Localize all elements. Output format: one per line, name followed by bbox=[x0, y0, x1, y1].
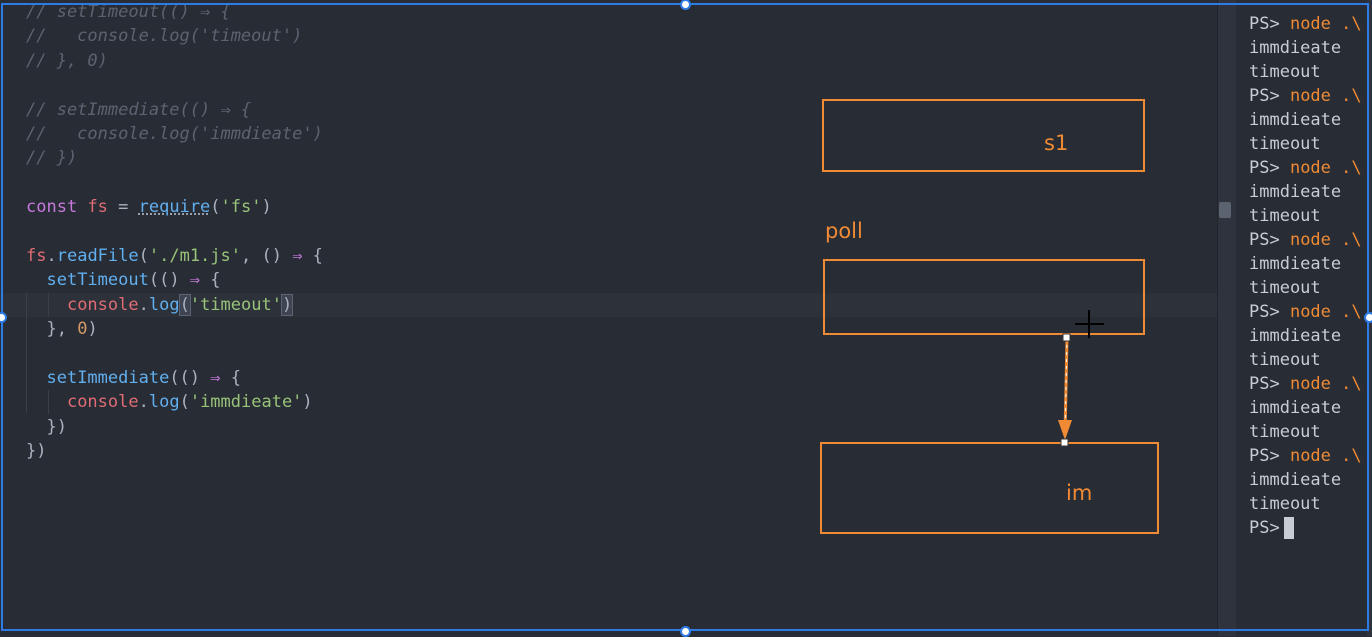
terminal-output-line: immdieate bbox=[1249, 326, 1342, 346]
terminal-prompt: PS> bbox=[1249, 518, 1280, 538]
terminal-output-line: immdieate bbox=[1249, 254, 1342, 274]
editor-scroll-thumb[interactable] bbox=[1219, 202, 1231, 218]
terminal-output-line: immdieate bbox=[1249, 38, 1342, 58]
terminal-command: node .\ bbox=[1289, 158, 1362, 178]
terminal-prompt: PS> bbox=[1249, 14, 1290, 34]
terminal-command-line: PS> node .\ bbox=[1249, 156, 1362, 180]
terminal-command: node .\ bbox=[1289, 86, 1362, 106]
terminal-output-line: timeout bbox=[1249, 134, 1321, 154]
terminal-command-line: PS> node .\ bbox=[1249, 300, 1362, 324]
terminal-prompt: PS> bbox=[1249, 374, 1290, 394]
arrow-end-handle[interactable] bbox=[1060, 438, 1069, 447]
terminal-prompt: PS> bbox=[1249, 86, 1290, 106]
editor-scrollbar[interactable] bbox=[1217, 0, 1236, 636]
terminal-command: node .\ bbox=[1289, 14, 1362, 34]
terminal-command-line: PS> node .\ bbox=[1249, 444, 1362, 468]
terminal-command: node .\ bbox=[1289, 230, 1362, 250]
arrow-start-handle[interactable] bbox=[1062, 333, 1071, 342]
terminal-input-line: PS> bbox=[1249, 516, 1294, 540]
terminal-cursor bbox=[1283, 517, 1294, 539]
terminal-prompt: PS> bbox=[1249, 302, 1290, 322]
terminal-panel[interactable]: PS> node .\ immdieate timeout PS> node .\ im… bbox=[1236, 0, 1372, 636]
selection-handle-right[interactable] bbox=[1364, 312, 1372, 323]
terminal-output-line: immdieate bbox=[1249, 110, 1342, 130]
terminal-output-line: immdieate bbox=[1249, 182, 1342, 202]
terminal-output-line: timeout bbox=[1249, 494, 1321, 514]
terminal-command-line: PS> node .\ bbox=[1249, 372, 1362, 396]
arrow-head-icon bbox=[1058, 420, 1072, 440]
terminal-output-line: immdieate bbox=[1249, 398, 1342, 418]
terminal-command: node .\ bbox=[1289, 446, 1362, 466]
terminal-prompt: PS> bbox=[1249, 158, 1290, 178]
terminal-output-line: immdieate bbox=[1249, 470, 1342, 490]
terminal-command-line: PS> node .\ bbox=[1249, 12, 1362, 36]
terminal-output-line: timeout bbox=[1249, 422, 1321, 442]
connector-overlay bbox=[1058, 310, 1104, 447]
terminal-command: node .\ bbox=[1289, 302, 1362, 322]
terminal-prompt: PS> bbox=[1249, 446, 1290, 466]
terminal-output-line: timeout bbox=[1249, 350, 1321, 370]
terminal-command: node .\ bbox=[1289, 374, 1362, 394]
crosshair-cursor-icon bbox=[1075, 310, 1104, 338]
terminal-output-line: timeout bbox=[1249, 206, 1321, 226]
terminal-output-line: timeout bbox=[1249, 278, 1321, 298]
terminal-command-line: PS> node .\ bbox=[1249, 84, 1362, 108]
terminal-output-line: timeout bbox=[1249, 62, 1321, 82]
terminal-command-line: PS> node .\ bbox=[1249, 228, 1362, 252]
terminal-prompt: PS> bbox=[1249, 230, 1290, 250]
selection-handle-bottom[interactable] bbox=[680, 626, 691, 637]
